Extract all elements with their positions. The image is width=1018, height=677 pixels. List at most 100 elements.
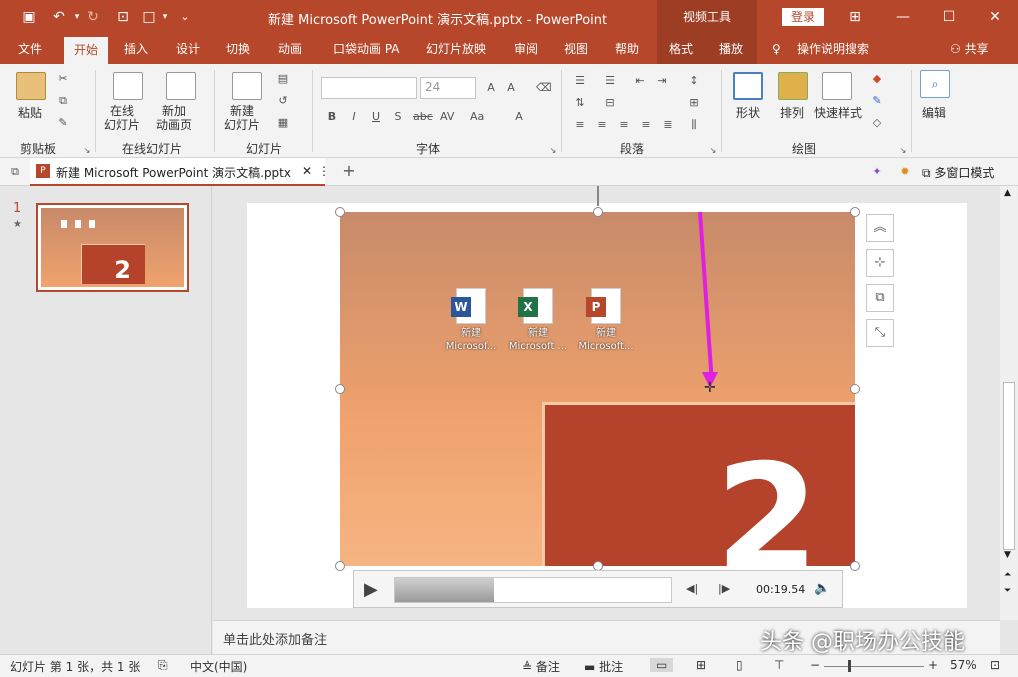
close-tab-icon[interactable]: ✕ <box>302 164 312 178</box>
save-icon[interactable]: ▣ <box>20 8 38 26</box>
crop-icon[interactable]: ⊹ <box>866 249 894 277</box>
tab-view[interactable]: 视图 <box>564 34 588 64</box>
maximize-icon[interactable]: ☐ <box>940 8 958 26</box>
scroll-up-icon[interactable]: ▲ <box>1004 188 1011 198</box>
layout-icon[interactable]: ▤ <box>276 72 290 86</box>
resize-handle[interactable] <box>335 561 345 571</box>
edit-button[interactable]: 编辑 <box>922 104 946 121</box>
tab-help[interactable]: 帮助 <box>615 34 639 64</box>
line-spacing-icon[interactable]: ↕ <box>687 74 701 88</box>
layout-options-icon[interactable]: ︽ <box>866 214 894 242</box>
align-right-icon[interactable]: ≡ <box>617 118 631 132</box>
comments-button[interactable]: ▬ 批注 <box>584 658 623 675</box>
text-direction-icon[interactable]: ⇅ <box>573 96 587 110</box>
tab-transitions[interactable]: 切换 <box>226 34 250 64</box>
tab-animations[interactable]: 动画 <box>278 34 302 64</box>
format-painter-icon[interactable]: ✎ <box>56 116 70 130</box>
find-icon[interactable]: ⌕ <box>920 70 950 98</box>
shape-outline-icon[interactable]: ✎ <box>870 94 884 108</box>
resize-handle[interactable] <box>850 207 860 217</box>
font-size-dropdown[interactable]: 24 <box>420 77 476 99</box>
resize-handle[interactable] <box>335 384 345 394</box>
zoom-slider[interactable] <box>824 666 924 667</box>
play-icon[interactable]: ▶ <box>364 579 378 600</box>
reading-view-icon[interactable]: ▯ <box>736 658 743 672</box>
tell-me-search[interactable]: 操作说明搜索 <box>797 34 869 64</box>
slideshow-from-start-icon[interactable]: ⊡ <box>114 8 132 26</box>
style-icon[interactable]: ⧉ <box>866 284 894 312</box>
tab-list-icon[interactable]: ⧉ <box>8 165 22 179</box>
new-animation-page-button[interactable]: 新加 动画页 <box>156 104 192 132</box>
minimize-icon[interactable]: — <box>894 8 912 26</box>
arrange-button[interactable]: 排列 <box>780 104 804 121</box>
numbering-icon[interactable]: ☰ <box>603 74 617 88</box>
distributed-icon[interactable]: ≣ <box>661 118 675 132</box>
shape-fill-icon[interactable]: ◆ <box>870 72 884 86</box>
dialog-launcher-icon[interactable]: ↘ <box>896 144 910 158</box>
shape-effects-icon[interactable]: ◇ <box>870 116 884 130</box>
more-icon[interactable]: ⋮ <box>318 164 330 178</box>
char-spacing-icon[interactable]: AV <box>440 110 454 124</box>
paste-button[interactable]: 粘贴 <box>18 104 42 121</box>
resize-handle[interactable] <box>850 561 860 571</box>
ribbon-display-options-icon[interactable]: ⊞ <box>846 8 864 26</box>
increase-font-icon[interactable]: A <box>484 81 498 95</box>
spellcheck-icon[interactable]: ⎘ <box>158 658 168 673</box>
language[interactable]: 中文(中国) <box>190 658 247 675</box>
notes-button[interactable]: ≜ 备注 <box>522 658 560 675</box>
smartart-icon[interactable]: ⊞ <box>687 96 701 110</box>
arrange-icon[interactable] <box>778 72 808 100</box>
cut-icon[interactable]: ✂ <box>56 72 70 86</box>
align-text-icon[interactable]: ⊟ <box>603 96 617 110</box>
new-slide-button[interactable]: 新建 幻灯片 <box>224 104 260 132</box>
columns-icon[interactable]: ⫼ <box>687 118 701 132</box>
scroll-thumb[interactable] <box>1003 382 1015 550</box>
slideshow-icon[interactable]: ⊤ <box>774 658 784 672</box>
justify-icon[interactable]: ≡ <box>639 118 653 132</box>
underline-icon[interactable]: U <box>369 110 383 124</box>
shapes-button[interactable]: 形状 <box>736 104 760 121</box>
font-color-icon[interactable]: A <box>512 110 526 124</box>
tab-design[interactable]: 设计 <box>176 34 200 64</box>
prev-slide-icon[interactable]: ⏶ <box>1004 570 1011 580</box>
tab-file[interactable]: 文件 <box>18 34 42 64</box>
undo-icon[interactable]: ↶ <box>50 8 68 26</box>
zoom-thumb[interactable] <box>848 660 851 672</box>
resize-handle[interactable] <box>335 207 345 217</box>
font-name-dropdown[interactable] <box>321 77 417 99</box>
online-slides-icon[interactable] <box>113 72 143 100</box>
video-frame[interactable]: 2 W 新建 Microsof... X 新建 Microsoft ... P 新建 Micro… <box>340 212 855 566</box>
new-tab-icon[interactable]: + <box>342 163 356 179</box>
seek-bar[interactable] <box>394 577 672 603</box>
tab-pocket-animation[interactable]: 口袋动画 PA <box>333 34 400 64</box>
multi-window-mode-button[interactable]: ⧉ 多窗口模式 <box>922 164 994 181</box>
tab-home[interactable]: 开始 <box>64 37 109 64</box>
share-button[interactable]: ⚇ 共享 <box>950 34 989 64</box>
customize-toolbar-icon[interactable]: ⌄ <box>176 8 194 26</box>
sparkle-icon[interactable]: ✦ <box>870 165 884 179</box>
dialog-launcher-icon[interactable]: ↘ <box>706 144 720 158</box>
new-animation-page-icon[interactable] <box>166 72 196 100</box>
quick-styles-button[interactable]: 快速样式 <box>814 104 862 121</box>
change-case-icon[interactable]: Aa <box>470 110 484 124</box>
online-slides-button[interactable]: 在线 幻灯片 <box>104 104 140 132</box>
clear-formatting-icon[interactable]: ⌫ <box>536 81 552 95</box>
section-icon[interactable]: ▦ <box>276 116 290 130</box>
gear-icon[interactable]: ✹ <box>898 165 912 179</box>
shapes-icon[interactable] <box>733 72 763 100</box>
align-left-icon[interactable]: ≡ <box>573 118 587 132</box>
align-center-icon[interactable]: ≡ <box>595 118 609 132</box>
step-back-icon[interactable]: ◀| <box>686 582 698 595</box>
bullets-icon[interactable]: ☰ <box>573 74 587 88</box>
document-tab[interactable]: P 新建 Microsoft PowerPoint 演示文稿.pptx ✕ ⋮ <box>30 158 330 186</box>
increase-indent-icon[interactable]: ⇥ <box>655 74 669 88</box>
fit-to-window-icon[interactable]: ⊡ <box>990 658 1000 672</box>
decrease-indent-icon[interactable]: ⇤ <box>633 74 647 88</box>
close-icon[interactable]: ✕ <box>986 8 1004 26</box>
slide-sorter-icon[interactable]: ⊞ <box>696 658 706 672</box>
expand-icon[interactable]: ⤡ <box>866 319 894 347</box>
tab-review[interactable]: 审阅 <box>514 34 538 64</box>
zoom-out-icon[interactable]: − <box>810 658 820 672</box>
vertical-scrollbar[interactable]: ▲ ▼ ⏶ ⏷ <box>1000 186 1018 620</box>
slide-thumbnail[interactable]: 2 <box>36 203 189 292</box>
